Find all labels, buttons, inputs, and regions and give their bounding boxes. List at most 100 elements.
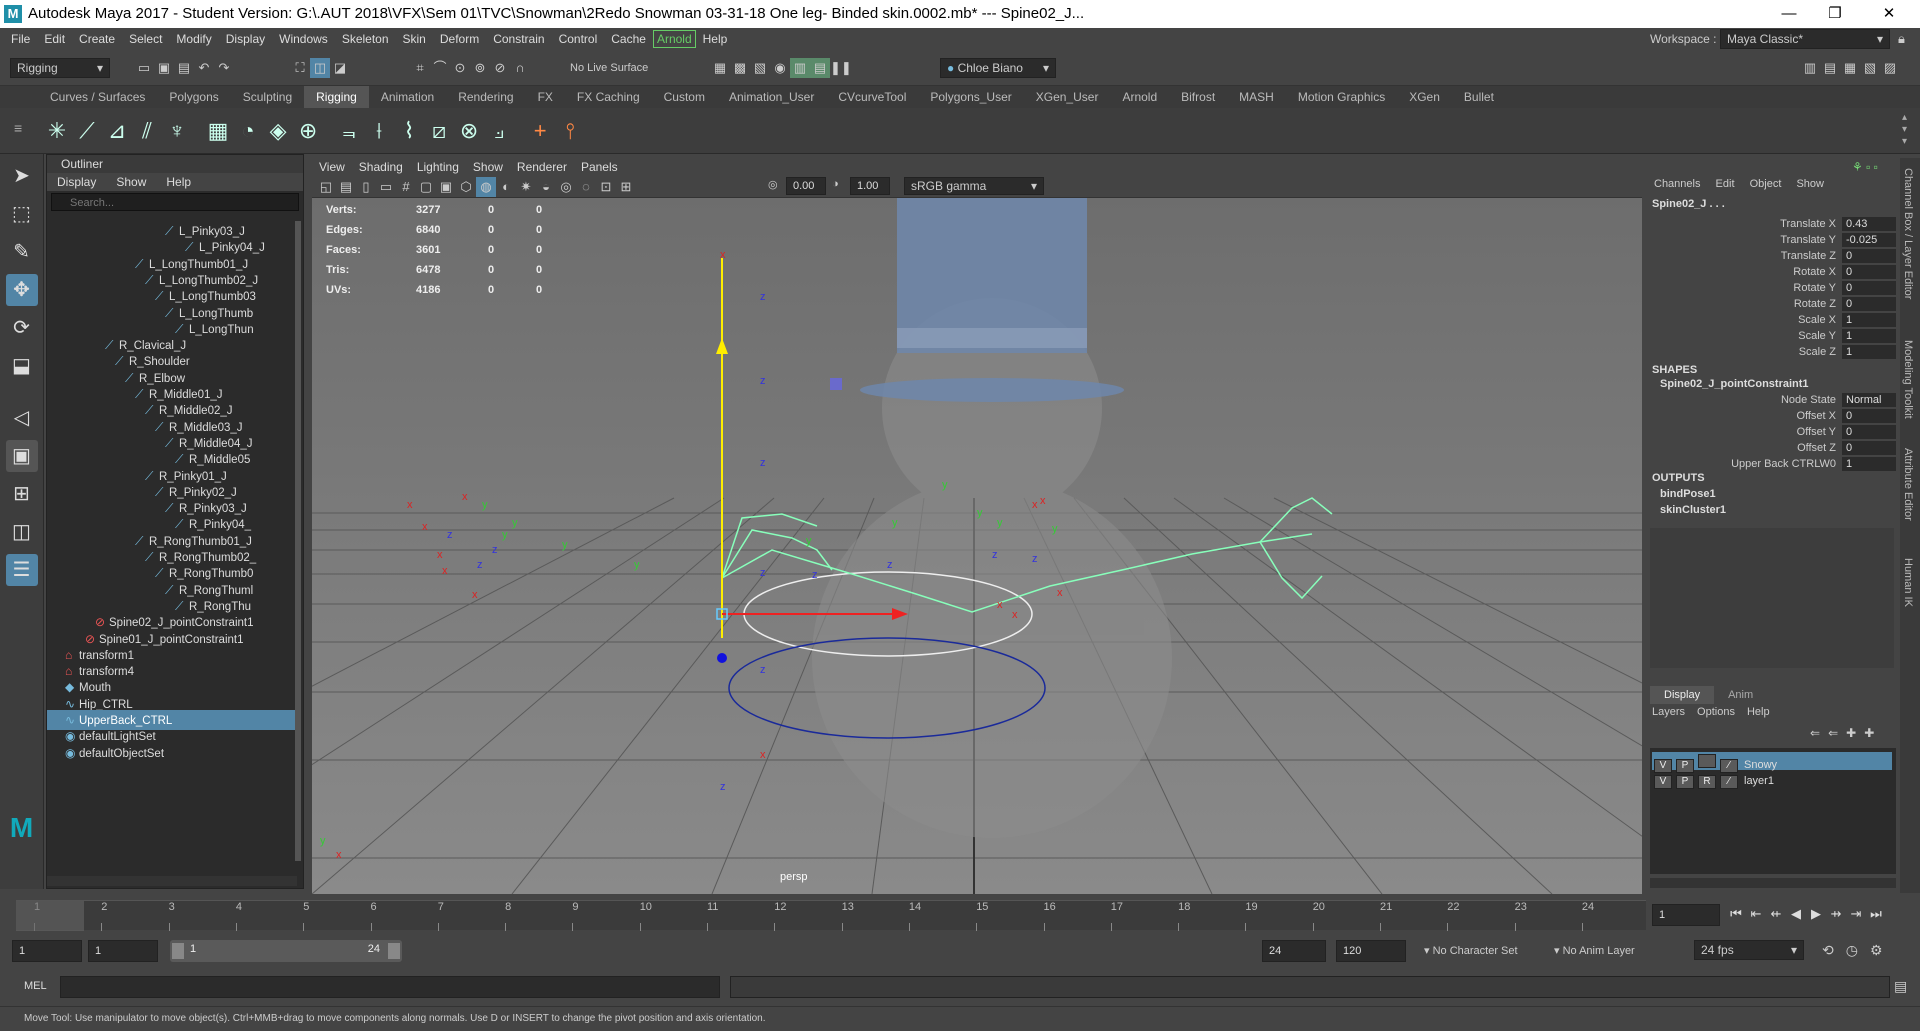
step-back-key-icon[interactable]: ⇤ [1746, 906, 1766, 922]
channel-row-scale-y[interactable]: Scale Y 1 [1646, 328, 1900, 344]
cluster-icon[interactable]: ◔ [233, 116, 263, 146]
layer-display-type-toggle[interactable] [1698, 754, 1716, 768]
snap-surface-icon[interactable]: ⊘ [490, 58, 510, 78]
insert-joint-icon[interactable]: ⟋ [72, 116, 102, 146]
shelf-tab-animation[interactable]: Animation [369, 86, 446, 108]
render-view-icon[interactable]: ▤ [810, 58, 830, 78]
outliner-search-input[interactable]: Search... [51, 193, 299, 211]
menu-constrain[interactable]: Constrain [486, 28, 551, 50]
menu-select[interactable]: Select [122, 28, 169, 50]
menu-modify[interactable]: Modify [169, 28, 218, 50]
layer-hscrollbar[interactable] [1650, 878, 1896, 888]
menuset-dropdown[interactable]: Rigging ▾ [10, 58, 110, 78]
character-set-dropdown[interactable]: ▾ No Character Set [1424, 944, 1518, 957]
viewport-menu-shading[interactable]: Shading [352, 158, 410, 176]
channel-value-field[interactable]: 1 [1842, 313, 1896, 327]
channel-value-field[interactable]: Normal [1842, 393, 1896, 407]
menu-skeleton[interactable]: Skeleton [335, 28, 396, 50]
command-input[interactable] [60, 976, 720, 998]
shelf-tab-xgen-user[interactable]: XGen_User [1024, 86, 1111, 108]
wire-icon[interactable]: ◈ [263, 116, 293, 146]
select-camera-icon[interactable]: ◱ [316, 177, 336, 197]
select-tool-icon[interactable]: ➤ [6, 160, 38, 192]
user-dropdown[interactable]: ● Chloe Biano ▾ [940, 58, 1056, 78]
channel-value-field[interactable]: 0.43 [1842, 217, 1896, 231]
pause-render-icon[interactable]: ❚❚ [830, 58, 852, 78]
open-scene-icon[interactable]: ▣ [154, 58, 174, 78]
gamma-field[interactable]: 1.00 [850, 177, 890, 195]
viewport-menu-show[interactable]: Show [466, 158, 510, 176]
preferences-icon[interactable]: ⚙ [1864, 942, 1889, 958]
mirror-weights-icon[interactable]: ⧄ [424, 116, 454, 146]
move-layer-up-icon[interactable]: ⇐ [1806, 726, 1824, 740]
channel-row-offset-y[interactable]: Offset Y 0 [1646, 424, 1900, 440]
parent-constraint-icon[interactable]: ⫯ [555, 116, 585, 146]
smooth-weights-icon[interactable]: ⟓ [484, 116, 514, 146]
channel-row-scale-x[interactable]: Scale X 1 [1646, 312, 1900, 328]
paint-select-tool-icon[interactable]: ✎ [6, 236, 38, 268]
channel-row-offset-z[interactable]: Offset Z 0 [1646, 440, 1900, 456]
layer-playback-toggle[interactable]: P [1676, 759, 1694, 773]
live-surface-label[interactable]: No Live Surface [570, 62, 648, 74]
menu-file[interactable]: File [4, 28, 37, 50]
ipr-render-icon[interactable]: ▧ [750, 58, 770, 78]
range-slider-bar[interactable]: 1 24 [170, 940, 402, 962]
shelf-tab-bifrost[interactable]: Bifrost [1169, 86, 1227, 108]
shelf-tab-curves-surfaces[interactable]: Curves / Surfaces [38, 86, 157, 108]
channel-value-field[interactable]: 0 [1842, 265, 1896, 279]
layer-menu-options[interactable]: Options [1697, 706, 1747, 718]
image-plane-icon[interactable]: ▭ [376, 177, 396, 197]
channel-value-field[interactable]: 1 [1842, 457, 1896, 471]
channel-row-scale-z[interactable]: Scale Z 1 [1646, 344, 1900, 360]
step-forward-frame-icon[interactable]: ⇸ [1826, 906, 1846, 922]
menu-help[interactable]: Help [696, 28, 735, 50]
layer-row-snowy[interactable]: V P ⁄ Snowy [1652, 752, 1892, 773]
render-frame-icon[interactable]: ▩ [730, 58, 750, 78]
menu-control[interactable]: Control [552, 28, 605, 50]
isolate-select-icon[interactable]: ⊡ [596, 177, 616, 197]
shelf-tab-fx[interactable]: FX [526, 86, 565, 108]
textured-icon[interactable]: ◐ [496, 177, 516, 197]
smooth-shade-icon[interactable]: ◍ [476, 177, 496, 197]
colorspace-dropdown[interactable]: sRGB gamma ▾ [904, 177, 1044, 195]
range-end-handle[interactable] [388, 943, 400, 959]
create-joints-icon[interactable]: ✳ [42, 116, 72, 146]
channel-row-translate-x[interactable]: Translate X 0.43 [1646, 216, 1900, 232]
perspective-viewport[interactable]: xxxxxx yyyyy zzz xzzzzzxz yxxyyz xxxzyz … [312, 158, 1642, 894]
move-layer-down-icon[interactable]: ⇐ [1824, 726, 1842, 740]
point-constraint-icon[interactable]: + [525, 116, 555, 146]
channel-row-upper-back-ctrlw0[interactable]: Upper Back CTRLW0 1 [1646, 456, 1900, 472]
range-inner-start-field[interactable]: 1 [88, 940, 158, 962]
snap-point-icon[interactable]: ⊙ [450, 58, 470, 78]
shelf-scroll-icon[interactable]: ▴ ▾ ▾ [1902, 112, 1907, 148]
film-gate-icon[interactable]: ▢ [416, 177, 436, 197]
paint-weights-icon[interactable]: ⌇ [394, 116, 424, 146]
channel-row-rotate-y[interactable]: Rotate Y 0 [1646, 280, 1900, 296]
side-tab-human-ik[interactable]: Human IK [1902, 558, 1914, 607]
channelbox-menu-edit[interactable]: Edit [1710, 178, 1741, 190]
last-tool-icon[interactable]: ◁ [6, 402, 38, 434]
output-bindpose[interactable]: bindPose1 [1660, 488, 1716, 500]
channel-value-field[interactable]: 0 [1842, 281, 1896, 295]
xray-icon[interactable]: ◌ [576, 177, 596, 197]
range-end-field[interactable]: 24 [1262, 940, 1326, 962]
range-start-handle[interactable] [172, 943, 184, 959]
bookmark-icon[interactable]: ▯ [356, 177, 376, 197]
channelbox-menu-show[interactable]: Show [1790, 178, 1830, 190]
viewport-menu-view[interactable]: View [312, 158, 352, 176]
menu-edit[interactable]: Edit [37, 28, 72, 50]
ik-spline-icon[interactable]: ♆ [162, 116, 192, 146]
menu-display[interactable]: Display [219, 28, 272, 50]
use-lights-icon[interactable]: ✷ [516, 177, 536, 197]
close-button[interactable]: ✕ [1866, 0, 1912, 28]
shelf-tab-xgen[interactable]: XGen [1397, 86, 1452, 108]
layer-visibility-toggle[interactable]: V [1654, 775, 1672, 789]
layer-color-swatch[interactable]: ⁄ [1720, 759, 1738, 773]
layer-tab-display[interactable]: Display [1650, 686, 1715, 704]
outliner-scrollbar[interactable] [295, 221, 301, 861]
layer-menu-help[interactable]: Help [1747, 706, 1770, 718]
exposure-icon[interactable]: ◎ [768, 178, 778, 191]
script-editor-icon[interactable]: ▤ [1894, 978, 1907, 995]
anim-layer-dropdown[interactable]: ▾ No Anim Layer [1554, 944, 1635, 957]
grid-toggle-icon[interactable]: # [396, 177, 416, 197]
